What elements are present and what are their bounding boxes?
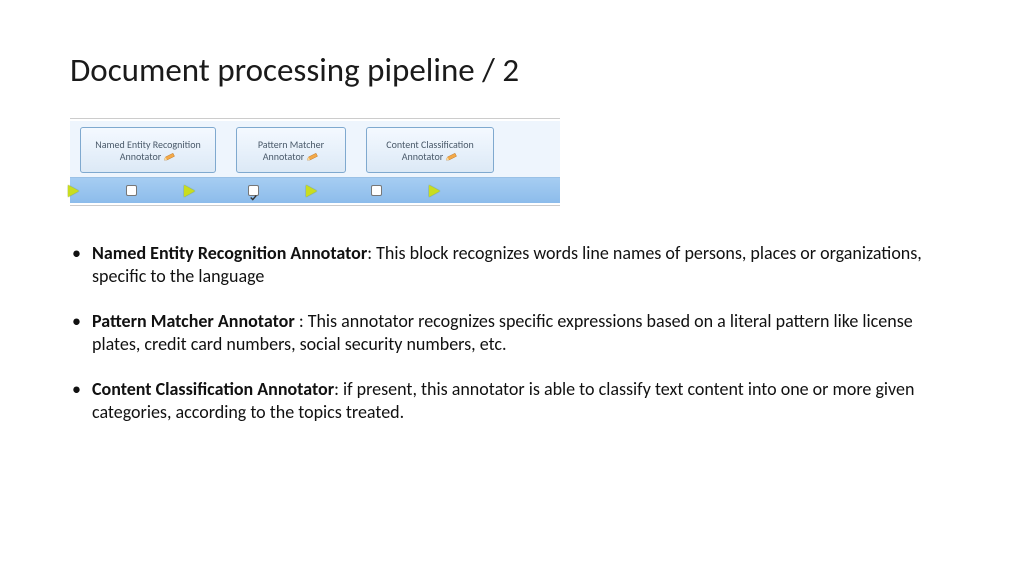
pencil-icon (446, 153, 458, 161)
stage-label-line2: Annotator (263, 151, 320, 163)
check-icon (250, 187, 257, 194)
pipeline-bottom-cell (193, 178, 316, 203)
stage-label-line2: Annotator (120, 151, 177, 163)
pipeline-bottom-row (70, 177, 560, 203)
stage-checkbox[interactable] (248, 185, 259, 196)
stage-label-line2-text: Annotator (263, 151, 305, 163)
bullet-bold: Content Classification Annotator (92, 378, 334, 400)
pipeline-bottom-cell (70, 178, 193, 203)
bullet-item: Content Classification Annotator: if pre… (92, 378, 954, 424)
pipeline-stage: Named Entity RecognitionAnnotator (70, 121, 226, 177)
pipeline-stage: Content ClassificationAnnotator (356, 121, 504, 177)
stage-box[interactable]: Content ClassificationAnnotator (366, 127, 494, 173)
pipeline-top-row: Named Entity RecognitionAnnotator Pattern… (70, 121, 560, 177)
arrow-right-icon (68, 185, 79, 197)
stage-box[interactable]: Pattern MatcherAnnotator (236, 127, 346, 173)
stage-checkbox[interactable] (126, 185, 137, 196)
stage-checkbox[interactable] (371, 185, 382, 196)
bullet-bold: Named Entity Recognition Annotator (92, 242, 367, 264)
bullet-list: Named Entity Recognition Annotator: This… (70, 242, 954, 424)
pencil-icon (164, 153, 176, 161)
pipeline-bottom-cell (315, 178, 438, 203)
arrow-right-icon (429, 185, 440, 197)
bullet-bold: Pattern Matcher Annotator (92, 310, 299, 332)
slide: Document processing pipeline / 2 Named E… (0, 0, 1024, 576)
stage-label-line2-text: Annotator (120, 151, 162, 163)
bullet-item: Pattern Matcher Annotator : This annotat… (92, 310, 954, 356)
slide-title: Document processing pipeline / 2 (70, 50, 954, 90)
pencil-icon (307, 153, 319, 161)
pipeline-container: Named Entity RecognitionAnnotator Pattern… (70, 118, 560, 206)
pipeline-trailing-top (504, 121, 560, 177)
pipeline-stage: Pattern MatcherAnnotator (226, 121, 356, 177)
stage-label-line2: Annotator (402, 151, 459, 163)
bullet-item: Named Entity Recognition Annotator: This… (92, 242, 954, 288)
stage-label-line2-text: Annotator (402, 151, 444, 163)
stage-box[interactable]: Named Entity RecognitionAnnotator (80, 127, 216, 173)
pipeline-trailing (438, 178, 561, 203)
